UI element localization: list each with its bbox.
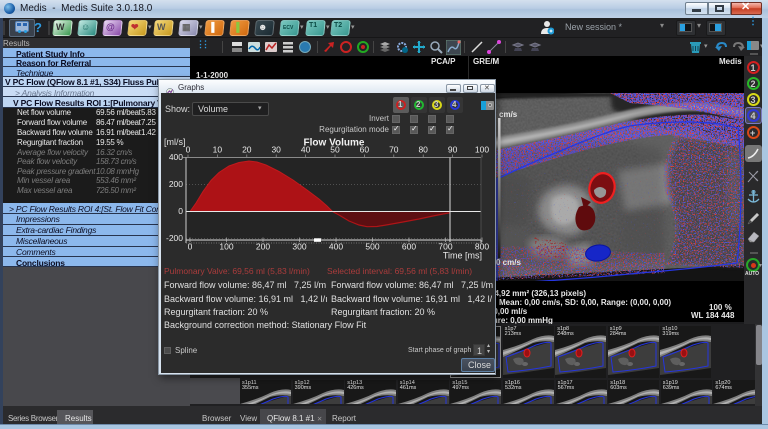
svg-text:50: 50 [330,145,340,155]
svg-text:200: 200 [256,242,270,252]
svg-text:0: 0 [186,145,191,155]
svg-text:40: 40 [301,145,311,155]
svg-text:200: 200 [169,179,183,189]
svg-text:0: 0 [188,242,193,252]
svg-text:100: 100 [219,242,233,252]
svg-text:[ml/s]: [ml/s] [164,137,186,147]
svg-text:80: 80 [418,145,428,155]
svg-text:70: 70 [389,145,399,155]
svg-text:400: 400 [329,242,343,252]
svg-text:100: 100 [475,145,489,155]
svg-text:400: 400 [169,152,183,162]
svg-text:Time [ms]: Time [ms] [443,251,482,261]
svg-text:500: 500 [365,242,379,252]
svg-text:-200: -200 [166,233,183,243]
svg-text:0: 0 [178,206,183,216]
svg-text:90: 90 [448,145,458,155]
svg-text:300: 300 [292,242,306,252]
svg-text:600: 600 [402,242,416,252]
svg-text:20: 20 [242,145,252,155]
svg-text:60: 60 [360,145,370,155]
svg-text:30: 30 [271,145,281,155]
svg-text:10: 10 [213,145,223,155]
